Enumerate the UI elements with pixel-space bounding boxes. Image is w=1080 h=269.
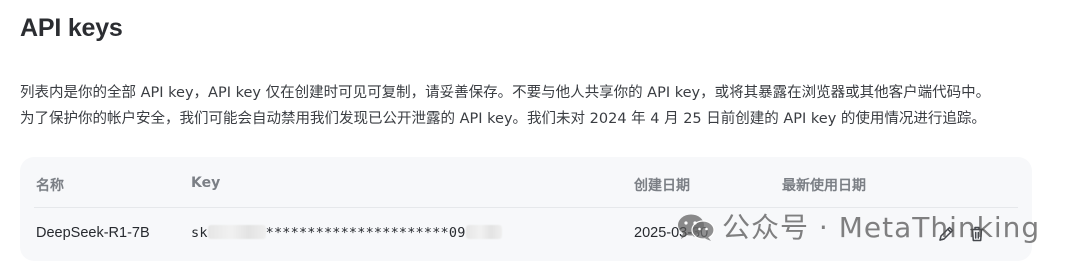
wechat-icon <box>676 212 716 242</box>
header-name: 名称 <box>36 178 64 194</box>
key-prefix: sk <box>191 225 208 241</box>
page-description: 列表内是你的全部 API key，API key 仅在创建时可见可复制，请妥善保… <box>20 80 1070 132</box>
key-value-cell: sk **********************09 <box>191 225 502 241</box>
header-created-date: 创建日期 <box>634 178 690 194</box>
page-title: API keys <box>20 14 123 42</box>
description-line-1: 列表内是你的全部 API key，API key 仅在创建时可见可复制，请妥善保… <box>20 85 991 101</box>
header-key: Key <box>191 175 221 191</box>
key-suffix-blur <box>465 225 502 239</box>
header-last-used-date: 最新使用日期 <box>782 178 866 194</box>
watermark: 公众号 · MetaThinking <box>676 206 1040 246</box>
key-redacted-blur <box>207 225 266 239</box>
watermark-text: 公众号 · MetaThinking <box>722 211 1041 244</box>
key-name-cell: DeepSeek-R1-7B <box>36 225 150 241</box>
key-masked: **********************09 <box>265 225 466 241</box>
table-header: 名称 Key 创建日期 最新使用日期 <box>20 175 1032 195</box>
description-line-2: 为了保护你的帐户安全，我们可能会自动禁用我们发现已公开泄露的 API key。我… <box>20 111 986 127</box>
